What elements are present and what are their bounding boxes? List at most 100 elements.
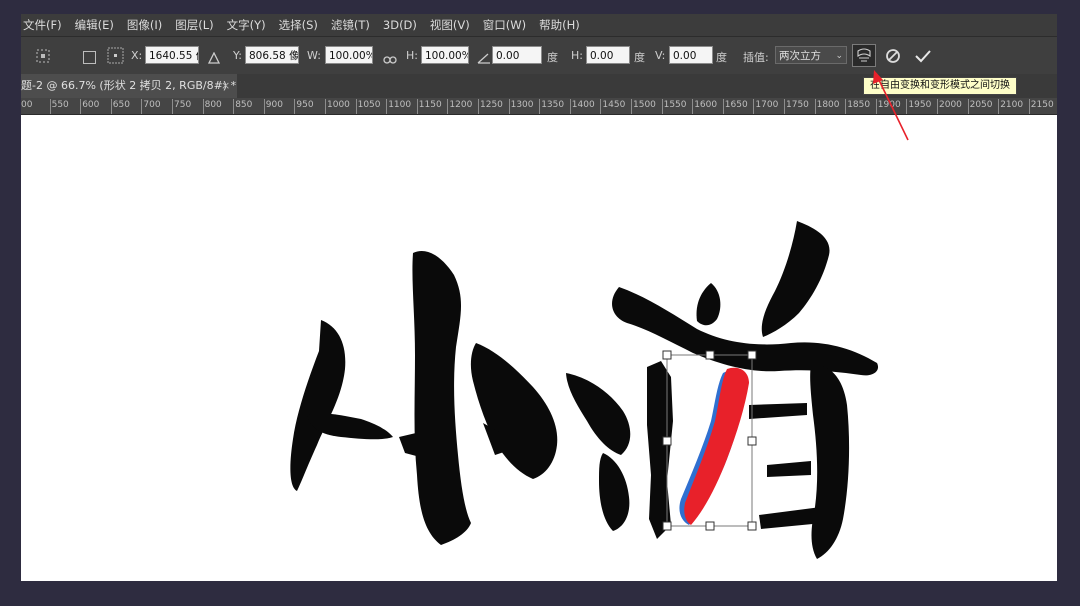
x-label: X: (131, 49, 143, 62)
transform-handle (705, 521, 715, 531)
h-label: H: (406, 49, 418, 62)
ruler-tick-label: 1900 (877, 100, 901, 110)
ruler-tick-label: 1150 (418, 100, 442, 110)
hskew-label: H: (571, 49, 583, 62)
ruler-tick-label: 1800 (816, 100, 840, 110)
ruler-tick-label: 800 (204, 100, 222, 110)
menu-item[interactable]: 帮助(H) (539, 17, 580, 33)
y-position-field[interactable]: 806.58 像 (245, 46, 299, 64)
ruler-tick (631, 99, 632, 114)
ruler-tick (906, 99, 908, 114)
ruler-tick (937, 99, 938, 114)
reference-grid-icon[interactable] (107, 47, 124, 68)
ruler-tick-label: 1750 (786, 100, 809, 110)
ruler-tick-label: 750 (174, 100, 192, 110)
ruler-tick (478, 99, 479, 114)
reference-checkbox[interactable] (83, 49, 96, 68)
vskew-unit: 度 (716, 51, 727, 64)
ruler-tick (233, 99, 235, 114)
interpolation-label: 插值: (743, 51, 769, 64)
ruler-tick (845, 99, 847, 114)
document-canvas[interactable] (21, 115, 1057, 581)
x-position-field[interactable]: 1640.55 像 (145, 46, 199, 64)
commit-transform-icon[interactable] (914, 48, 932, 68)
ruler-tick-label: 1450 (602, 100, 626, 110)
chevron-down-icon: ⌄ (835, 51, 843, 61)
horizontal-ruler[interactable]: 00 550 600 650 700 750 800 850 900 950 1000 1050 110… (21, 98, 1057, 115)
ruler-tick-label: 2100 (1000, 100, 1024, 110)
menu-bar: 文件(F) 编辑(E) 图像(I) 图层(L) 文字(Y) 选择(S) 滤镜(T) 3D(D)… (21, 14, 1057, 36)
vskew-label: V: (655, 49, 666, 62)
ruler-tick-label: 1600 (694, 100, 718, 110)
menu-item[interactable]: 图层(L) (175, 17, 213, 33)
ruler-tick-label: 1350 (541, 100, 565, 110)
close-tab-icon[interactable]: × (221, 74, 230, 98)
ruler-tick (49, 99, 51, 114)
y-label: Y: (233, 49, 242, 62)
ruler-tick (692, 99, 694, 114)
menu-item[interactable]: 文件(F) (23, 17, 62, 33)
menu-item[interactable]: 窗口(W) (483, 17, 526, 33)
transform-handle (662, 521, 672, 531)
ruler-tick-label: 2000 (939, 100, 962, 110)
interpolation-value: 两次立方 (779, 50, 821, 62)
ruler-tick-label: 2050 (969, 100, 993, 110)
transform-handle (705, 350, 715, 360)
ruler-tick (110, 99, 112, 114)
ruler-tick (263, 99, 265, 114)
ruler-tick-label: 1650 (724, 100, 748, 110)
transform-handle (747, 350, 757, 360)
menu-item[interactable]: 图像(I) (127, 17, 162, 33)
ruler-tick-label: 850 (235, 100, 253, 110)
w-label: W: (307, 49, 321, 62)
ruler-tick-label: 1400 (571, 100, 595, 110)
transform-handle (662, 350, 672, 360)
ruler-tick-label: 1300 (510, 100, 534, 110)
menu-item[interactable]: 滤镜(T) (331, 17, 370, 33)
reference-point-icon[interactable] (35, 48, 51, 68)
ruler-tick (967, 99, 969, 114)
ruler-tick (784, 99, 785, 114)
ruler-tick (753, 99, 755, 114)
vertical-skew-field[interactable]: 0.00 (669, 46, 713, 64)
ruler-tick (294, 99, 296, 114)
ruler-tick (325, 99, 326, 114)
menu-item[interactable]: 文字(Y) (227, 17, 266, 33)
ruler-tick (722, 99, 724, 114)
ruler-tick (386, 99, 388, 114)
height-field[interactable]: 100.00% (421, 46, 469, 64)
options-bar: X: 1640.55 像 Y: 806.58 像 W: 100.00% H: 1… (21, 36, 1057, 76)
delta-icon[interactable] (207, 49, 221, 68)
ruler-tick-label: 1500 (633, 100, 656, 110)
ruler-tick-label: 2150 (1030, 100, 1054, 110)
ruler-tick-label: 1000 (327, 100, 350, 110)
cancel-transform-icon[interactable] (885, 48, 901, 68)
horizontal-skew-field[interactable]: 0.00 (586, 46, 630, 64)
warp-toggle-button[interactable] (852, 44, 876, 71)
red-shape-layer (679, 367, 749, 525)
menu-item[interactable]: 选择(S) (279, 17, 318, 33)
ruler-tick (202, 99, 204, 114)
ruler-tick (600, 99, 602, 114)
menu-item[interactable]: 编辑(E) (75, 17, 114, 33)
link-icon[interactable] (383, 50, 397, 69)
ruler-tick-label: 600 (82, 100, 100, 110)
ruler-tick-label: 1950 (908, 100, 932, 110)
ruler-tick (508, 99, 510, 114)
menu-item[interactable]: 视图(V) (430, 17, 470, 33)
transform-handle (662, 436, 672, 446)
ruler-tick-label: 950 (296, 100, 314, 110)
interpolation-select[interactable]: 两次立方 ⌄ (775, 46, 847, 64)
ruler-tick (80, 99, 82, 114)
menu-item[interactable]: 3D(D) (383, 18, 417, 32)
ruler-tick-label: 1250 (480, 100, 503, 110)
ruler-tick (447, 99, 449, 114)
ruler-tick (416, 99, 418, 114)
ruler-tick (141, 99, 143, 114)
angle-icon[interactable] (477, 49, 491, 68)
ruler-tick-label: 1200 (449, 100, 473, 110)
angle-field[interactable]: 0.00 (492, 46, 542, 64)
width-field[interactable]: 100.00% (325, 46, 373, 64)
document-tab[interactable]: 题-2 @ 66.7% (形状 2 拷贝 2, RGB/8#) * × (21, 74, 237, 98)
ruler-tick-label: 650 (112, 100, 130, 110)
